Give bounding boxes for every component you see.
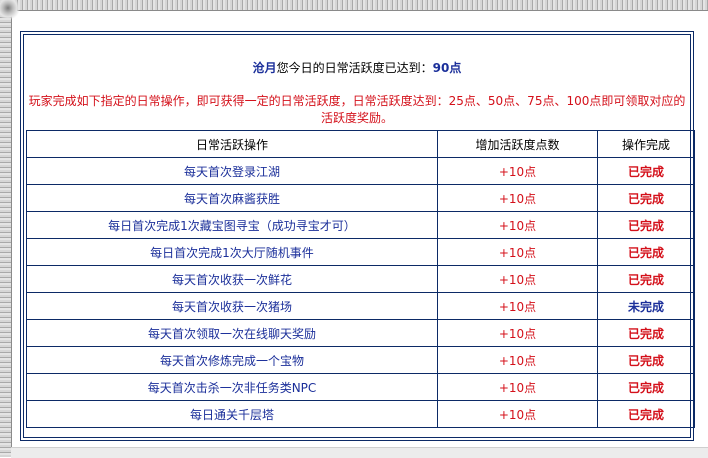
task-points: +10点	[437, 292, 598, 320]
header-task: 日常活跃操作	[26, 130, 438, 158]
task-points: +10点	[437, 265, 598, 293]
task-status: 已完成	[597, 400, 695, 428]
task-points: +10点	[437, 157, 598, 185]
player-name: 沧月	[252, 61, 277, 75]
task-name: 每日首次完成1次大厅随机事件	[26, 238, 438, 266]
table-row: 每天首次领取一次在线聊天奖励 +10点 已完成	[26, 319, 695, 347]
task-status: 未完成	[597, 292, 695, 320]
task-points: +10点	[437, 211, 598, 239]
table-row: 每天首次收获一次鲜花 +10点 已完成	[26, 265, 695, 293]
task-status: 已完成	[597, 157, 695, 185]
activity-panel-inner: 沧月您今日的日常活跃度已达到：90点 玩家完成如下指定的日常操作，即可获得一定的…	[23, 34, 695, 438]
task-name: 每天首次领取一次在线聊天奖励	[26, 319, 438, 347]
task-status: 已完成	[597, 265, 695, 293]
table-row: 每天首次麻酱获胜 +10点 已完成	[26, 184, 695, 212]
table-row: 每日首次完成1次大厅随机事件 +10点 已完成	[26, 238, 695, 266]
task-points: +10点	[437, 319, 598, 347]
task-points: +10点	[437, 346, 598, 374]
table-header-row: 日常活跃操作 增加活跃度点数 操作完成	[26, 130, 695, 158]
task-name: 每天首次登录江湖	[26, 157, 438, 185]
table-row: 每日首次完成1次藏宝图寻宝（成功寻宝才可） +10点 已完成	[26, 211, 695, 239]
task-status: 已完成	[597, 346, 695, 374]
task-status: 已完成	[597, 238, 695, 266]
task-name: 每天首次收获一次猪场	[26, 292, 438, 320]
task-points: +10点	[437, 238, 598, 266]
task-status: 已完成	[597, 211, 695, 239]
task-name: 每日首次完成1次藏宝图寻宝（成功寻宝才可）	[26, 211, 438, 239]
activity-panel: 沧月您今日的日常活跃度已达到：90点 玩家完成如下指定的日常操作，即可获得一定的…	[20, 31, 695, 441]
task-points: +10点	[437, 400, 598, 428]
summary-text: 您今日的日常活跃度已达到：	[276, 61, 433, 75]
activity-points: 90点	[432, 61, 462, 75]
decorative-frame-top	[0, 0, 708, 11]
task-name: 每天首次修炼完成一个宝物	[26, 346, 438, 374]
task-name: 每日通关千层塔	[26, 400, 438, 428]
table-row: 每天首次击杀一次非任务类NPC +10点 已完成	[26, 373, 695, 401]
decorative-frame-corner	[0, 0, 24, 24]
task-name: 每天首次收获一次鲜花	[26, 265, 438, 293]
table-row: 每天首次收获一次猪场 +10点 未完成	[26, 292, 695, 320]
decorative-frame-left	[0, 0, 12, 457]
task-name: 每天首次击杀一次非任务类NPC	[26, 373, 438, 401]
task-table: 日常活跃操作 增加活跃度点数 操作完成 每天首次登录江湖 +10点 已完成 每天首次麻…	[26, 130, 695, 428]
table-row: 每天首次登录江湖 +10点 已完成	[26, 157, 695, 185]
task-status: 已完成	[597, 319, 695, 347]
task-points: +10点	[437, 373, 598, 401]
task-name: 每天首次麻酱获胜	[26, 184, 438, 212]
task-points: +10点	[437, 184, 598, 212]
task-status: 已完成	[597, 373, 695, 401]
table-row: 每日通关千层塔 +10点 已完成	[26, 400, 695, 428]
table-row: 每天首次修炼完成一个宝物 +10点 已完成	[26, 346, 695, 374]
task-status: 已完成	[597, 184, 695, 212]
activity-summary: 沧月您今日的日常活跃度已达到：90点	[24, 59, 690, 76]
decorative-frame-bottom	[11, 447, 708, 458]
activity-description: 玩家完成如下指定的日常操作，即可获得一定的日常活跃度，日常活跃度达到：25点、5…	[28, 94, 686, 125]
header-points: 增加活跃度点数	[437, 130, 598, 158]
header-status: 操作完成	[597, 130, 695, 158]
